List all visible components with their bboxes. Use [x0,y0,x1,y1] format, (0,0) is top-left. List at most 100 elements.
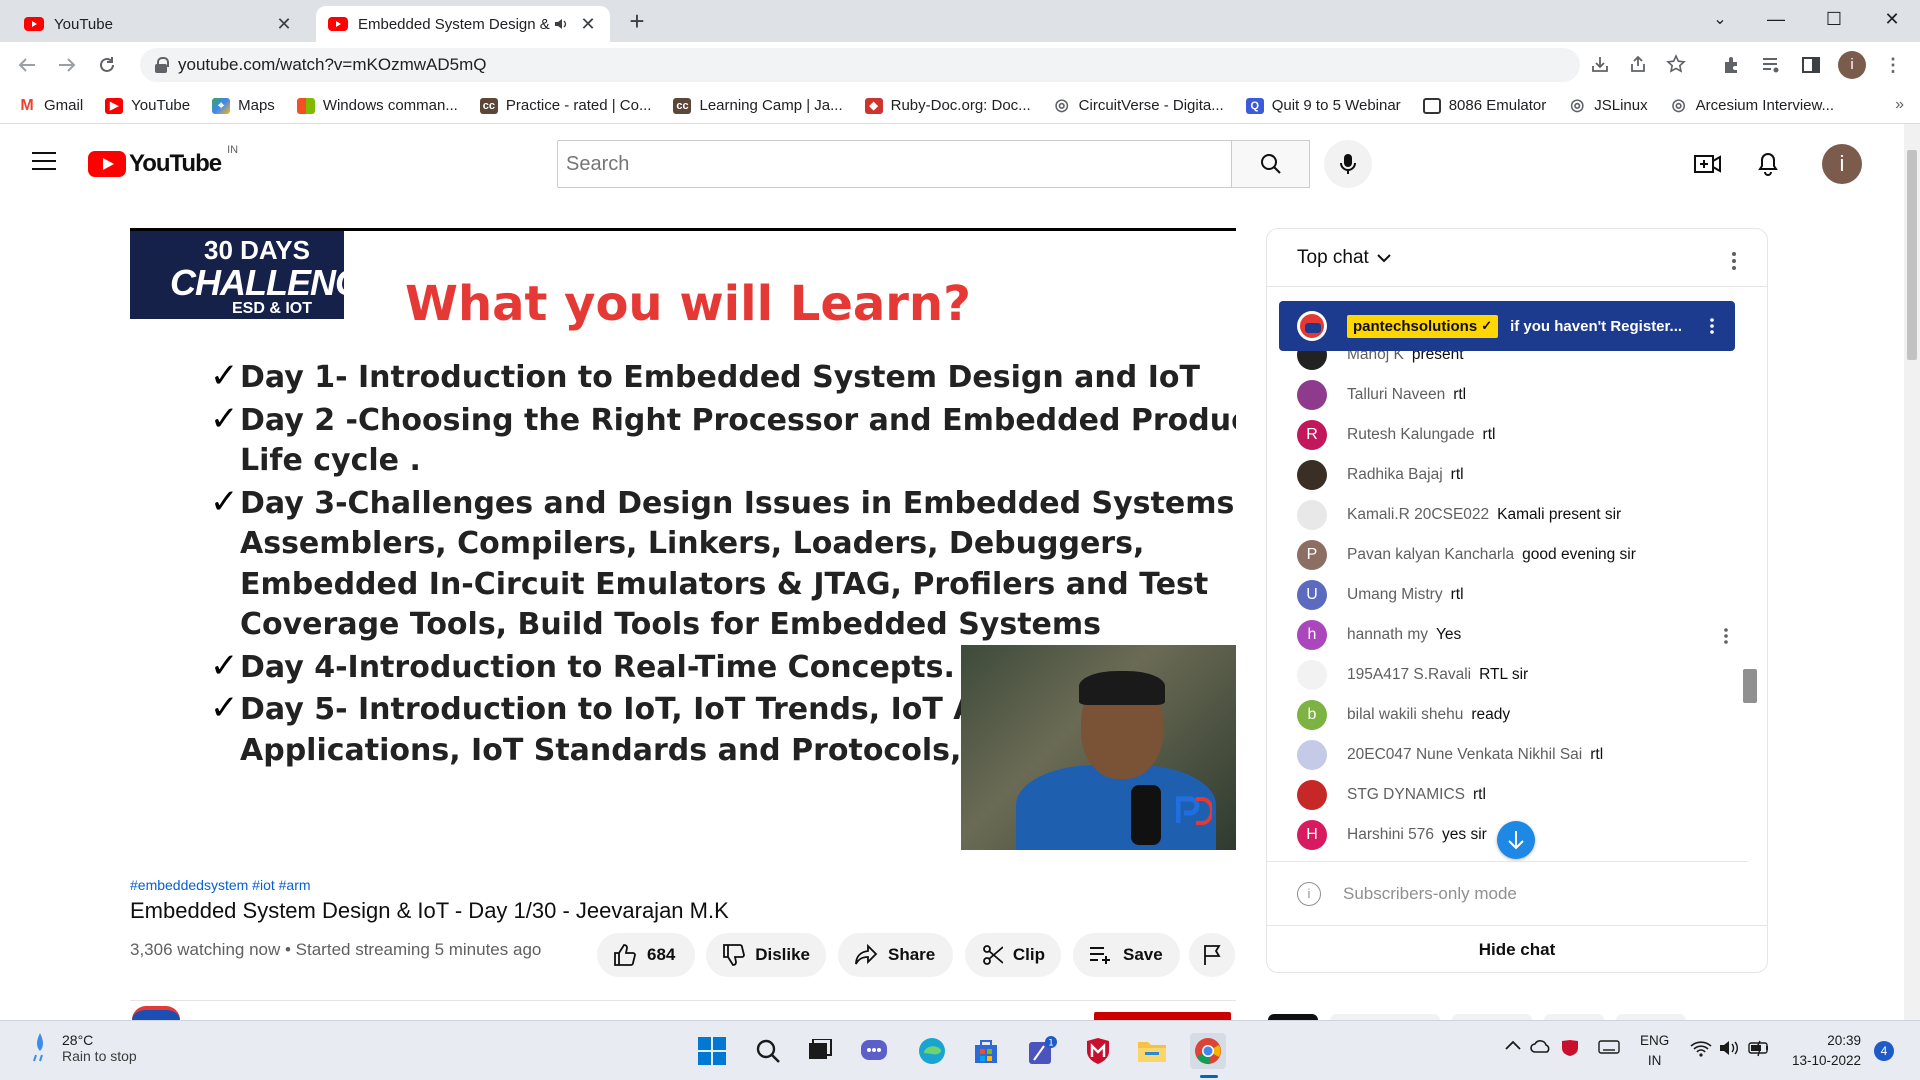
chat-author[interactable]: 195A417 S.Ravali [1347,666,1471,684]
file-explorer-icon[interactable] [1134,1033,1170,1069]
chat-scrollbar[interactable] [1743,351,1757,861]
chat-message[interactable]: Radhika Bajaj rtl [1297,455,1727,495]
chat-message[interactable]: h hannath my Yes [1297,615,1729,655]
system-clock[interactable]: 20:39 13-10-2022 [1792,1031,1861,1071]
windows-start-icon[interactable] [694,1033,730,1069]
microsoft-store-icon[interactable] [968,1033,1004,1069]
chat-author[interactable]: Talluri Naveen [1347,386,1445,404]
chat-message[interactable]: R Rutesh Kalungade rtl [1297,415,1727,455]
chat-messages[interactable]: Manoj K present Talluri Naveen rtl R Rutesh K… [1267,351,1747,861]
search-button[interactable] [1231,140,1310,188]
teams-app-icon[interactable]: 1 [1024,1033,1060,1069]
show-hidden-icons[interactable] [1504,1039,1522,1051]
teams-chat-icon[interactable] [856,1033,892,1069]
save-button[interactable]: Save [1073,933,1180,977]
chat-avatar[interactable] [1297,351,1327,370]
chat-author[interactable]: Radhika Bajaj [1347,466,1443,484]
reload-icon[interactable] [92,50,122,80]
chat-author[interactable]: Pavan kalyan Kancharla [1347,546,1514,564]
bookmark-arcesium[interactable]: ◎ Arcesium Interview... [1670,97,1834,114]
antivirus-tray-icon[interactable] [1560,1039,1580,1057]
tab-youtube[interactable]: YouTube ✕ [12,6,306,42]
chat-author[interactable]: Harshini 576 [1347,826,1434,844]
onedrive-icon[interactable] [1530,1039,1552,1053]
chat-avatar[interactable]: U [1297,580,1327,610]
bookmark-gmail[interactable]: M Gmail [18,97,83,114]
minimize-button[interactable]: — [1748,0,1804,38]
message-more-icon[interactable] [1723,627,1729,645]
chat-message[interactable]: b bilal wakili shehu ready [1297,695,1727,735]
chat-avatar[interactable] [1297,660,1327,690]
pinned-more-icon[interactable] [1709,317,1715,335]
chat-avatar[interactable] [1297,460,1327,490]
chrome-taskbar-icon[interactable] [1190,1033,1226,1069]
chat-avatar[interactable]: b [1297,700,1327,730]
chat-message[interactable]: 20EC047 Nune Venkata Nikhil Sai rtl [1297,735,1727,775]
chat-avatar[interactable] [1297,740,1327,770]
chat-author[interactable]: hannath my [1347,626,1428,644]
chat-author[interactable]: Umang Mistry [1347,586,1443,604]
chat-avatar[interactable]: H [1297,820,1327,850]
chat-message[interactable]: Kamali.R 20CSE022 Kamali present sir [1297,495,1727,535]
bookmark-jslinux[interactable]: ◎ JSLinux [1568,97,1647,114]
chat-avatar[interactable]: P [1297,540,1327,570]
video-hashtags[interactable]: #embeddedsystem #iot #arm [130,877,311,893]
create-icon[interactable] [1692,148,1724,180]
share-button[interactable]: Share [838,933,953,977]
input-language[interactable]: ENG IN [1640,1031,1669,1071]
bookmark-windows-commands[interactable]: Windows comman... [296,97,458,114]
report-button[interactable] [1189,933,1235,977]
like-button[interactable]: 684 [597,933,695,977]
speaker-icon[interactable] [554,18,572,30]
notification-count-badge[interactable]: 4 [1874,1041,1894,1061]
chat-avatar[interactable]: R [1297,420,1327,450]
channel-avatar[interactable] [132,1006,180,1020]
share-page-icon[interactable] [1628,54,1652,76]
youtube-logo[interactable]: YouTube IN [88,144,238,178]
close-window-button[interactable]: ✕ [1864,0,1920,38]
tab-search-button[interactable]: ⌄ [1692,0,1748,38]
chat-message[interactable]: 195A417 S.Ravali RTL sir [1297,655,1727,695]
chat-author[interactable]: Manoj K [1347,351,1404,364]
forward-icon[interactable] [52,50,82,80]
chat-message[interactable]: U Umang Mistry rtl [1297,575,1727,615]
extensions-icon[interactable] [1718,52,1744,78]
mcafee-icon[interactable] [1080,1033,1116,1069]
subscribe-button[interactable] [1094,1012,1231,1020]
menu-icon[interactable] [32,152,56,170]
chat-message[interactable]: Manoj K present [1297,351,1727,375]
chat-avatar[interactable] [1297,380,1327,410]
bookmark-8086-emulator[interactable]: 8086 Emulator [1422,97,1546,114]
maximize-button[interactable]: ☐ [1806,0,1862,38]
chrome-menu-icon[interactable]: ⋮ [1880,52,1906,78]
chat-author[interactable]: Kamali.R 20CSE022 [1347,506,1489,524]
profile-avatar[interactable]: i [1838,51,1866,79]
bookmark-maps[interactable]: ⌖ Maps [212,97,275,114]
chat-author[interactable]: Rutesh Kalungade [1347,426,1475,444]
chat-avatar[interactable]: h [1297,620,1327,650]
chat-author[interactable]: STG DYNAMICS [1347,786,1465,804]
chat-mode-dropdown[interactable]: Top chat [1297,247,1393,269]
chat-message[interactable]: P Pavan kalyan Kancharla good evening sir [1297,535,1727,575]
video-player[interactable]: 30 DAYS CHALLENGE ESD & IOT What you wil… [130,228,1236,850]
bookmark-circuitverse[interactable]: ◎ CircuitVerse - Digita... [1053,97,1224,114]
tab-close-icon[interactable]: ✕ [274,14,294,35]
bookmark-ruby-doc[interactable]: ◆ Ruby-Doc.org: Doc... [864,97,1031,114]
lock-icon[interactable] [154,57,169,73]
keyboard-icon[interactable] [1598,1039,1620,1055]
bookmark-learning-camp[interactable]: cc Learning Camp | Ja... [673,97,843,114]
search-input[interactable]: Search [557,140,1237,188]
chat-author[interactable]: bilal wakili shehu [1347,706,1463,724]
chat-author[interactable]: 20EC047 Nune Venkata Nikhil Sai [1347,746,1582,764]
wifi-icon[interactable] [1690,1039,1712,1057]
edge-icon[interactable] [914,1033,950,1069]
bookmark-youtube[interactable]: ▶ YouTube [105,97,190,114]
chat-more-icon[interactable] [1731,251,1737,271]
back-icon[interactable] [12,50,42,80]
new-tab-button[interactable]: + [622,6,652,36]
dislike-button[interactable]: Dislike [706,933,826,977]
chat-avatar[interactable] [1297,780,1327,810]
reading-list-icon[interactable] [1758,52,1784,78]
page-scrollbar[interactable] [1904,124,1920,1020]
pinned-message[interactable]: pantechsolutions ✓ if you haven't Registe… [1279,301,1735,351]
